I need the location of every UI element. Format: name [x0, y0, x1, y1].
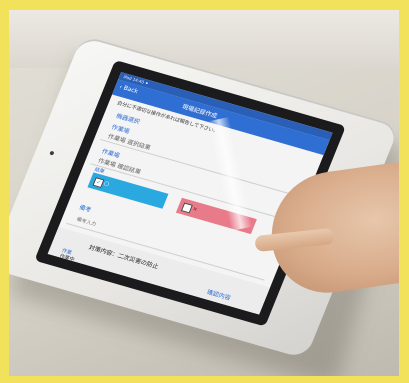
background-wall: [9, 10, 399, 68]
remarks-label: 備考: [78, 204, 93, 214]
back-button[interactable]: ‹ Back: [118, 83, 139, 95]
check-button-label: ○: [102, 179, 111, 188]
camera-icon: [49, 150, 55, 156]
check-button[interactable]: ✓ ○: [87, 172, 169, 209]
cross-button-label: ×: [191, 205, 199, 214]
photo: iPad 14:40 ⚫ ‹ Back 現場記録作成 自分に不適切な操作があれば…: [9, 10, 399, 376]
